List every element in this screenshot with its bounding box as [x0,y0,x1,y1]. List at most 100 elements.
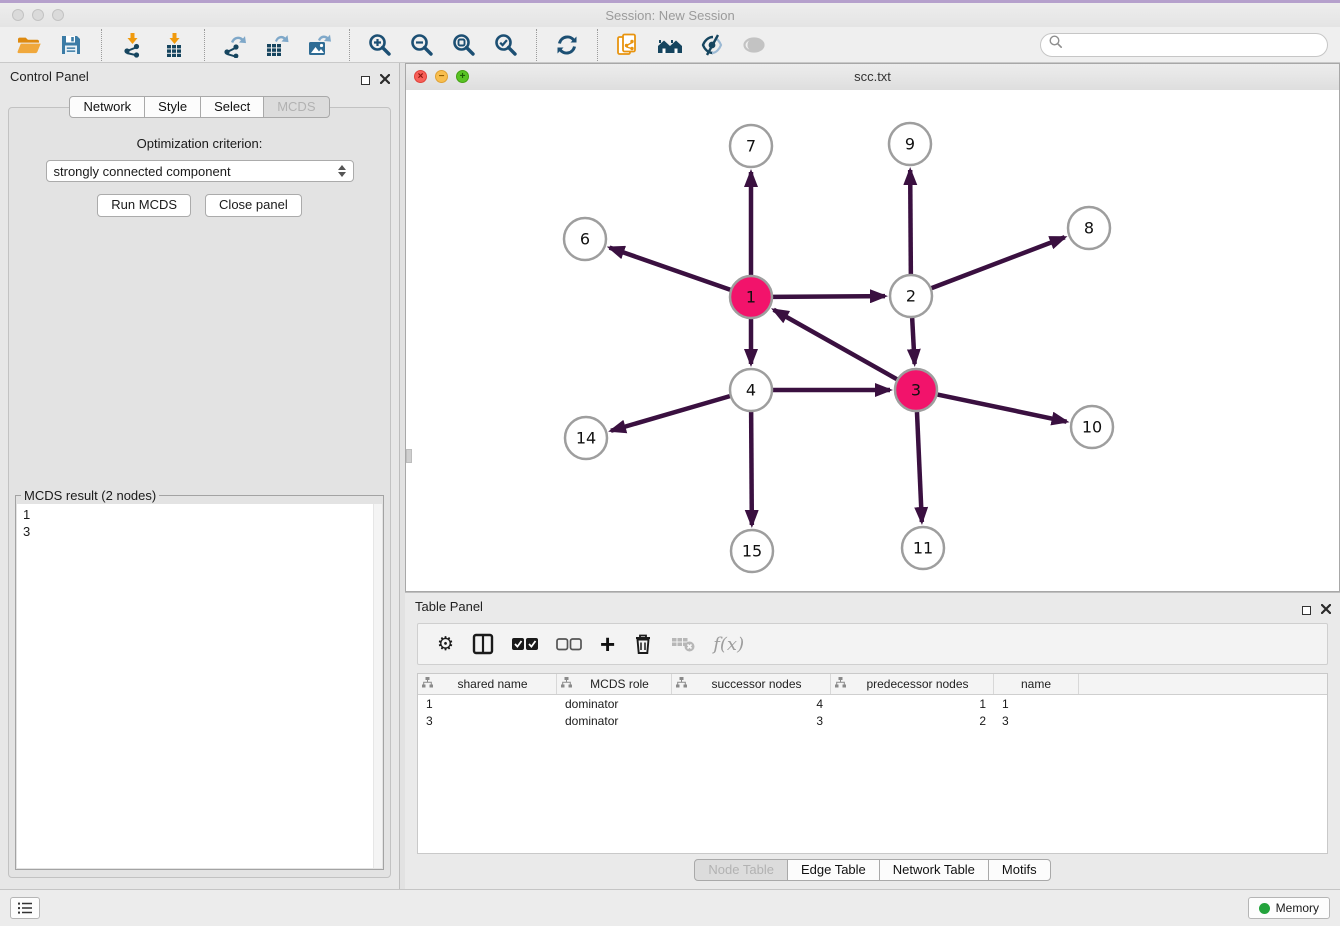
zoom-out-icon[interactable] [409,32,435,58]
select-all-icon[interactable] [512,637,538,651]
graph-node-label: 9 [905,135,915,154]
export-table-icon[interactable] [264,32,290,58]
graph-edge-2-9[interactable] [910,170,911,274]
dropdown-stepper-icon [338,165,346,177]
delete-column-icon[interactable] [633,633,653,655]
add-column-icon[interactable]: + [600,634,615,654]
graph-edge-3-10[interactable] [938,395,1067,422]
app-window: Session: New Session [0,0,1340,926]
tab-mcds[interactable]: MCDS [263,96,329,118]
table-row[interactable]: 3 dominator 3 2 3 [418,712,1327,729]
network-window-title: scc.txt [406,69,1339,84]
column-header-mcds-role[interactable]: MCDS role [557,674,672,694]
tab-style[interactable]: Style [144,96,201,118]
close-panel-icon[interactable] [380,71,390,89]
column-header-shared-name[interactable]: shared name [418,674,557,694]
graph-node-label: 3 [911,381,921,400]
memory-button[interactable]: Memory [1248,897,1330,919]
graph-node-label: 14 [576,429,596,448]
criterion-dropdown[interactable]: strongly connected component [46,160,354,182]
open-file-icon[interactable] [16,32,42,58]
memory-status-icon [1259,903,1270,914]
mcds-result-box: MCDS result (2 nodes) 1 3 [15,495,384,870]
graph-node-label: 4 [746,381,756,400]
graph-edge-4-15[interactable] [751,412,752,525]
show-graphics-details-icon [741,32,767,58]
graph-edge-1-2[interactable] [773,296,885,297]
float-panel-icon[interactable] [361,76,370,85]
zoom-selected-icon[interactable] [493,32,519,58]
status-bar: Memory [0,889,1340,926]
graph-edge-1-6[interactable] [610,248,731,290]
column-type-icon [422,677,433,691]
task-history-button[interactable] [10,897,40,919]
result-line: 3 [23,523,376,540]
table-panel: Table Panel ⚙ + [405,592,1340,890]
search-box[interactable] [1040,33,1328,57]
cell-shared-name: 3 [418,714,557,728]
cell-mcds-role: dominator [557,697,672,711]
column-header-name[interactable]: name [994,674,1079,694]
tab-edge-table[interactable]: Edge Table [787,859,880,881]
apply-layout-icon[interactable] [554,32,580,58]
table-panel-tabs: Node Table Edge Table Network Table Moti… [405,859,1340,881]
hide-graphics-details-icon[interactable] [699,32,725,58]
network-canvas[interactable]: 7968124314101511 [406,90,1339,591]
column-header-successor-nodes[interactable]: successor nodes [672,674,831,694]
cell-successor-nodes: 3 [672,714,831,728]
cell-predecessor-nodes: 2 [831,714,994,728]
export-network-icon[interactable] [222,32,248,58]
apply-function-icon: f(x) [713,634,744,655]
network-view-window: × − + scc.txt 7968124314101511 [405,63,1340,592]
cell-predecessor-nodes: 1 [831,697,994,711]
show-columns-icon[interactable] [472,633,494,655]
table-row[interactable]: 1 dominator 4 1 1 [418,695,1327,712]
graph-edge-2-8[interactable] [932,237,1065,288]
main-area: Control Panel Network Style Select MCDS … [0,63,1340,890]
unselect-all-icon[interactable] [556,637,582,651]
toolbar-separator [204,29,205,61]
graph-edge-3-1[interactable] [774,310,897,379]
tab-network[interactable]: Network [69,96,145,118]
graph-node-label: 15 [742,542,762,561]
delete-table-icon [671,636,695,652]
save-session-icon[interactable] [58,32,84,58]
zoom-fit-icon[interactable] [451,32,477,58]
graph-edge-4-14[interactable] [611,396,730,431]
column-header-predecessor-nodes[interactable]: predecessor nodes [831,674,994,694]
search-input[interactable] [1064,36,1327,53]
control-panel-title: Control Panel [10,69,89,84]
cell-name: 1 [994,697,1079,711]
cell-successor-nodes: 4 [672,697,831,711]
clone-network-icon[interactable] [615,32,641,58]
graph-edge-3-11[interactable] [917,412,922,522]
result-scrollbar[interactable] [373,504,382,868]
import-table-icon[interactable] [161,32,187,58]
tab-network-table[interactable]: Network Table [879,859,989,881]
mcds-result-text[interactable]: 1 3 [17,504,382,868]
graph-node-label: 10 [1082,418,1102,437]
float-table-panel-icon[interactable] [1302,606,1311,615]
graph-edge-2-3[interactable] [912,318,914,364]
control-panel-tabs: Network Style Select MCDS [0,96,399,118]
graph-node-label: 2 [906,287,916,306]
table-header-row: shared name MCDS role successor nodes pr… [418,674,1327,695]
tab-select[interactable]: Select [200,96,264,118]
tab-node-table[interactable]: Node Table [694,859,788,881]
table-panel-title: Table Panel [415,599,483,614]
close-panel-button[interactable]: Close panel [205,194,302,217]
search-icon [1048,34,1064,55]
tab-motifs[interactable]: Motifs [988,859,1051,881]
import-network-icon[interactable] [119,32,145,58]
run-mcds-button[interactable]: Run MCDS [97,194,191,217]
toolbar-separator [101,29,102,61]
table-settings-icon[interactable]: ⚙ [437,635,454,654]
close-table-panel-icon[interactable] [1321,601,1331,619]
toolbar-separator [349,29,350,61]
first-neighbors-icon[interactable] [657,32,683,58]
network-window-titlebar[interactable]: × − + scc.txt [406,64,1339,91]
export-image-icon[interactable] [306,32,332,58]
zoom-in-icon[interactable] [367,32,393,58]
table-toolbar: ⚙ + f(x) [417,623,1328,665]
pane-divider-handle[interactable] [406,449,412,463]
